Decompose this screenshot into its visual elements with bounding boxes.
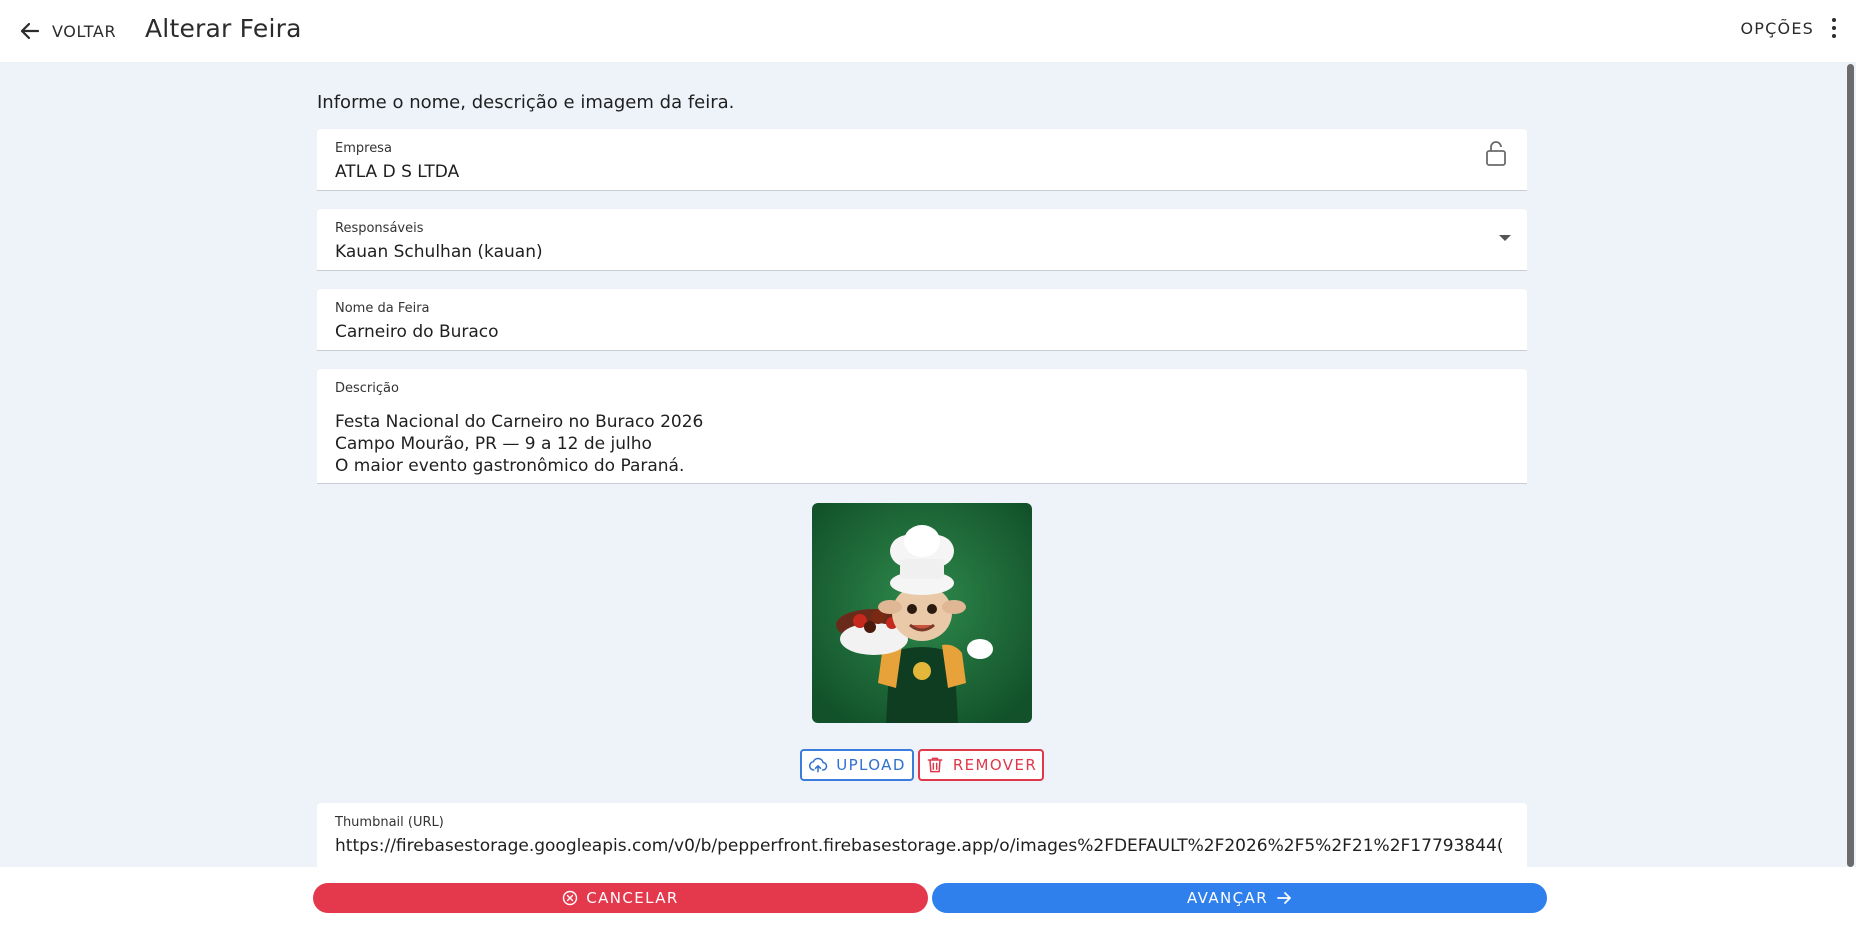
kebab-menu-icon <box>1826 16 1842 40</box>
options-label: OPÇÕES <box>1740 18 1814 38</box>
back-label: VOLTAR <box>52 21 117 41</box>
responsaveis-value: Kauan Schulhan (kauan) <box>335 242 543 262</box>
remove-label: REMOVER <box>952 756 1038 774</box>
descricao-textarea[interactable]: Descrição Festa Nacional do Carneiro no … <box>317 369 1527 484</box>
trash-icon <box>927 757 943 773</box>
options-button[interactable]: OPÇÕES <box>1741 16 1842 40</box>
app-header: VOLTAR Alterar Feira OPÇÕES <box>0 0 1856 62</box>
chevron-down-icon <box>1499 235 1511 241</box>
cancel-label: CANCELAR <box>586 889 679 907</box>
next-label: AVANÇAR <box>1186 889 1269 907</box>
lock-open-icon <box>1486 141 1506 166</box>
empresa-value: ATLA D S LTDA <box>335 162 460 182</box>
cancel-button[interactable]: CANCELAR <box>313 883 928 913</box>
thumbnail-label: Thumbnail (URL) <box>335 815 444 830</box>
empresa-field: Empresa ATLA D S LTDA <box>317 129 1527 191</box>
form-content: Informe o nome, descrição e imagem da fe… <box>0 62 1845 867</box>
form-intro: Informe o nome, descrição e imagem da fe… <box>317 92 735 113</box>
descricao-line: Festa Nacional do Carneiro no Buraco 202… <box>335 412 704 432</box>
scrollbar-thumb[interactable] <box>1847 64 1854 867</box>
responsaveis-select[interactable]: Responsáveis Kauan Schulhan (kauan) <box>317 209 1527 271</box>
close-circle-icon <box>563 890 578 906</box>
page-title: Alterar Feira <box>145 14 302 43</box>
back-button[interactable]: VOLTAR <box>18 14 116 48</box>
nome-feira-field[interactable]: Nome da Feira Carneiro do Buraco <box>317 289 1527 351</box>
cloud-upload-icon <box>809 757 828 773</box>
descricao-line: Campo Mourão, PR — 9 a 12 de julho <box>335 434 652 454</box>
arrow-left-icon <box>20 22 40 40</box>
nome-feira-label: Nome da Feira <box>335 301 430 316</box>
upload-button[interactable]: UPLOAD <box>800 749 914 781</box>
descricao-text: Festa Nacional do Carneiro no Buraco 202… <box>335 411 703 477</box>
upload-label: UPLOAD <box>836 756 906 774</box>
thumbnail-value: https://firebasestorage.googleapis.com/v… <box>335 836 1504 856</box>
responsaveis-label: Responsáveis <box>335 221 424 236</box>
thumbnail-url-field[interactable]: Thumbnail (URL) https://firebasestorage.… <box>317 803 1527 867</box>
arrow-right-icon <box>1277 892 1291 904</box>
footer-actions: CANCELAR AVANÇAR <box>0 867 1845 929</box>
nome-feira-value: Carneiro do Buraco <box>335 322 499 342</box>
descricao-line: O maior evento gastronômico do Paraná. <box>335 456 685 476</box>
empresa-label: Empresa <box>335 141 392 156</box>
vertical-scrollbar[interactable] <box>1845 62 1856 867</box>
descricao-label: Descrição <box>335 381 399 396</box>
feira-image <box>812 503 1032 723</box>
next-button[interactable]: AVANÇAR <box>932 883 1547 913</box>
remove-image-button[interactable]: REMOVER <box>918 749 1044 781</box>
